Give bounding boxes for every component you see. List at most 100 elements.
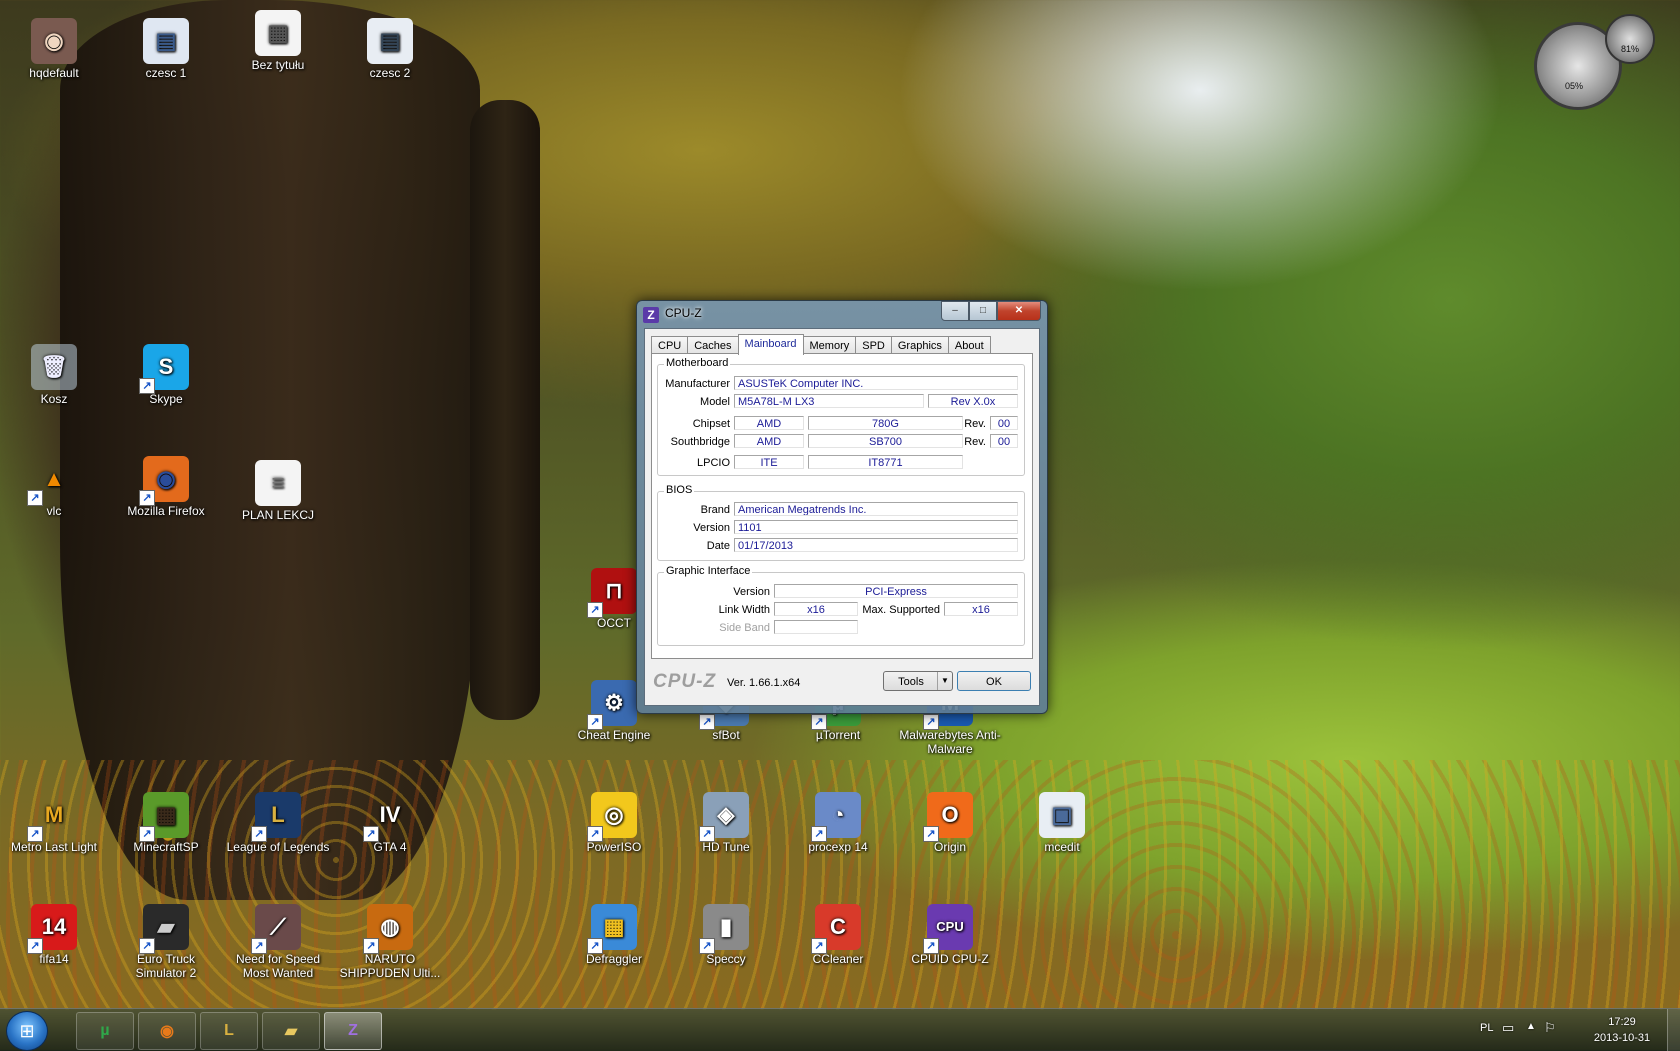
memory-meter-gadget[interactable]: 81% [1605, 14, 1655, 64]
cpuz-titlebar[interactable]: Z CPU-Z – □ ✕ [637, 301, 1047, 327]
clock[interactable]: 17:29 2013-10-31 [1590, 1014, 1654, 1046]
desktop-icon-label: Bez tytułu [251, 58, 305, 72]
desktop-icon-label: GTA 4 [373, 840, 407, 854]
desktop-icon-image: ◈ [699, 792, 749, 842]
action-center-icon[interactable]: ⚐ [1544, 1020, 1556, 1036]
desktop-icon-image: C [811, 904, 861, 954]
southbridge-label: Southbridge [670, 436, 730, 448]
show-hidden-icons-icon[interactable]: ▲ [1526, 1021, 1536, 1032]
start-button[interactable]: ⊞ [6, 1011, 48, 1051]
desktop-icon[interactable]: 14fifa14 [0, 904, 108, 966]
desktop-icon-image: M [27, 792, 77, 842]
desktop-icon[interactable]: ◎PowerISO [560, 792, 668, 854]
desktop-icon-label: PLAN LEKCJ [241, 508, 315, 522]
mainboard-tab-panel: Motherboard Manufacturer ASUSTeK Compute… [651, 353, 1033, 659]
desktop-icon-label: Cheat Engine [577, 728, 651, 742]
desktop-icon[interactable]: LLeague of Legends [224, 792, 332, 854]
desktop-icon[interactable]: 🗑 Kosz [0, 344, 108, 406]
lpcio-model-value: IT8771 [808, 455, 963, 469]
desktop-icon-image: ⟋ [251, 904, 301, 954]
taskbar-button-firefox[interactable]: ◉ [138, 1012, 196, 1050]
desktop-icon[interactable]: ⟋Need for Speed Most Wanted [224, 904, 332, 980]
desktop-icon[interactable]: ◈HD Tune [672, 792, 780, 854]
language-indicator[interactable]: PL [1480, 1022, 1493, 1034]
desktop-icon-image: ⊓ [587, 568, 637, 618]
network-icon[interactable]: ▭ [1502, 1020, 1514, 1036]
desktop-icon[interactable]: IVGTA 4 [336, 792, 444, 854]
desktop-icon-label: Malwarebytes Anti-Malware [899, 728, 1001, 756]
desktop-icon[interactable]: OOrigin [896, 792, 1004, 854]
desktop-icon-image: ▲ [27, 456, 77, 506]
desktop-icon[interactable]: ≡ PLAN LEKCJ [224, 460, 332, 522]
lpcio-label: LPCIO [696, 457, 730, 469]
desktop-icon-image: ▦ [139, 792, 189, 842]
desktop-icon[interactable]: ▤ czesc 1 [112, 18, 220, 80]
desktop-icon[interactable]: ◉ hqdefault [0, 18, 108, 80]
desktop-icon-label: CCleaner [812, 952, 864, 966]
desktop-icon-image: ≡ [255, 460, 301, 506]
bios-group: BIOS Brand American Megatrends Inc. Vers… [657, 484, 1025, 561]
desktop-icon-image: ◉ [139, 456, 189, 506]
graphic-interface-group-label: Graphic Interface [664, 565, 753, 577]
minimize-button[interactable]: – [941, 301, 969, 321]
maximize-button[interactable]: □ [969, 301, 997, 321]
ok-button[interactable]: OK [957, 671, 1031, 691]
desktop-icon-image: ▰ [139, 904, 189, 954]
desktop-icon[interactable]: ▲vlc [0, 456, 108, 518]
cpu-meter-left-readout: 05% [1565, 81, 1584, 91]
desktop-icon[interactable]: MMetro Last Light [0, 792, 108, 855]
desktop-icon-label: CPUID CPU-Z [911, 952, 989, 966]
desktop-icon[interactable]: ▣ mcedit [1008, 792, 1116, 854]
cpuz-footer: CPU-Z Ver. 1.66.1.x64 Tools ▼ OK [645, 663, 1039, 703]
desktop-icon-image: 🗑 [31, 344, 77, 390]
desktop-icon-image: 14 [27, 904, 77, 954]
desktop-icon-image: IV [363, 792, 413, 842]
motherboard-group-label: Motherboard [664, 357, 731, 369]
desktop-icon[interactable]: ▦MinecraftSP [112, 792, 220, 854]
taskbar-button-explorer[interactable]: ▰ [262, 1012, 320, 1050]
desktop-icon-image: ▣ [1039, 792, 1085, 838]
desktop-icon-image: ◔ [811, 792, 861, 842]
desktop-icon[interactable]: ▦ Bez tytułu [224, 10, 332, 72]
desktop-icon-image: ▤ [143, 18, 189, 64]
bios-date-label: Date [706, 540, 730, 552]
taskbar-button-cpu-z[interactable]: Z [324, 1012, 382, 1050]
explorer-icon: ▰ [284, 1023, 298, 1040]
close-button[interactable]: ✕ [997, 301, 1041, 321]
desktop-icon[interactable]: SSkype [112, 344, 220, 406]
link-width-value: x16 [774, 602, 858, 616]
desktop-icon-image: ⚙ [587, 680, 637, 730]
desktop-icon[interactable]: CPUCPUID CPU-Z [896, 904, 1004, 966]
desktop-icon[interactable]: ▰Euro Truck Simulator 2 [112, 904, 220, 980]
max-supported-value: x16 [944, 602, 1018, 616]
desktop-icon-label: procexp 14 [808, 840, 868, 854]
desktop-icon-label: Need for Speed Most Wanted [235, 952, 321, 980]
cpuz-version: Ver. 1.66.1.x64 [727, 677, 801, 689]
desktop-icon[interactable]: CCCleaner [784, 904, 892, 966]
tab-mainboard[interactable]: Mainboard [737, 334, 804, 355]
link-width-label: Link Width [718, 604, 770, 616]
desktop-icon-label: Speccy [706, 952, 746, 966]
desktop-icon[interactable]: ▮Speccy [672, 904, 780, 966]
cpuz-tabs: CPU Caches Mainboard Memory SPD Graphics About [651, 334, 991, 355]
desktop-icon-label: HD Tune [702, 840, 750, 854]
desktop-icon[interactable]: ▤ czesc 2 [336, 18, 444, 80]
show-desktop-button[interactable] [1667, 1009, 1680, 1051]
tools-dropdown-button[interactable]: Tools ▼ [883, 671, 953, 691]
desktop-icon[interactable]: ◔procexp 14 [784, 792, 892, 854]
desktop-icon-image: CPU [923, 904, 973, 954]
desktop-icon[interactable]: ◉Mozilla Firefox [112, 456, 220, 518]
taskbar-button-utorrent[interactable]: µ [76, 1012, 134, 1050]
firefox-icon: ◉ [160, 1023, 174, 1040]
desktop-icon-label: sfBot [712, 728, 740, 742]
manufacturer-label: Manufacturer [665, 378, 730, 390]
cpuz-logo: CPU-Z [653, 671, 717, 692]
desktop-icon-label: Origin [933, 840, 966, 854]
chipset-model-value: 780G [808, 416, 963, 430]
taskbar-button-league-of-legends[interactable]: L [200, 1012, 258, 1050]
desktop-icon[interactable]: ◍NARUTO SHIPPUDEN Ulti... [336, 904, 444, 980]
desktop-icon-label: Kosz [40, 392, 68, 406]
chipset-rev-value: 00 [990, 416, 1018, 430]
desktop-icon[interactable]: ▦Defraggler [560, 904, 668, 966]
bios-group-label: BIOS [664, 484, 695, 496]
